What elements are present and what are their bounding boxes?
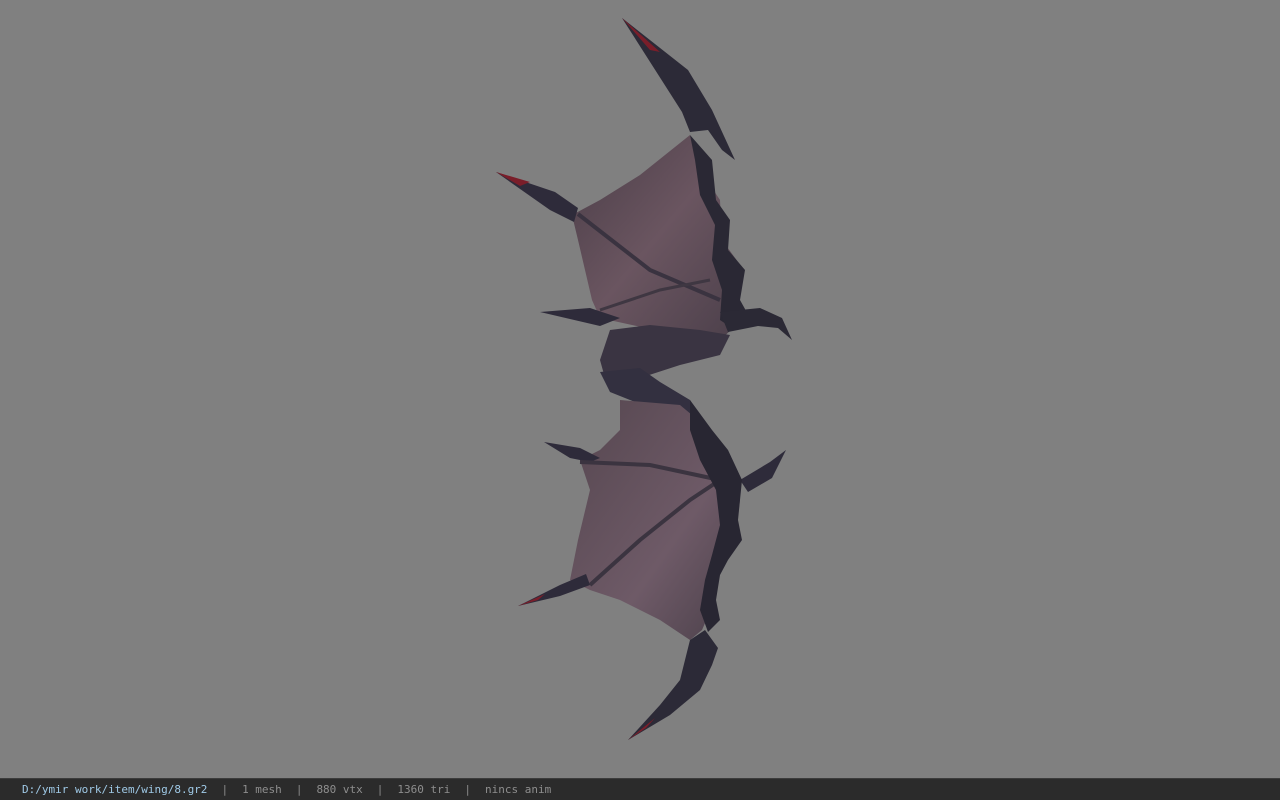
separator: | [376,783,384,796]
lower-horn [628,630,718,740]
mesh-count-label: 1 mesh [242,783,282,796]
wing-model [496,18,792,740]
separator: | [295,783,303,796]
head-claw [720,308,792,340]
file-path-label: D:/ymir work/item/wing/8.gr2 [22,783,208,796]
animation-label: nincs anim [485,783,552,796]
upper-left-spike [496,172,578,222]
vertex-count-label: 880 vtx [316,783,363,796]
status-bar: D:/ymir work/item/wing/8.gr2 | 1 mesh | … [0,778,1280,800]
upper-horn [622,18,735,160]
separator: | [464,783,472,796]
lower-wing [518,368,786,740]
separator: | [221,783,229,796]
upper-wing [496,18,792,378]
3d-viewport[interactable] [0,0,1280,778]
lower-left-spike-top [544,442,600,462]
lower-right-spike [740,450,786,492]
triangle-count-label: 1360 tri [397,783,451,796]
